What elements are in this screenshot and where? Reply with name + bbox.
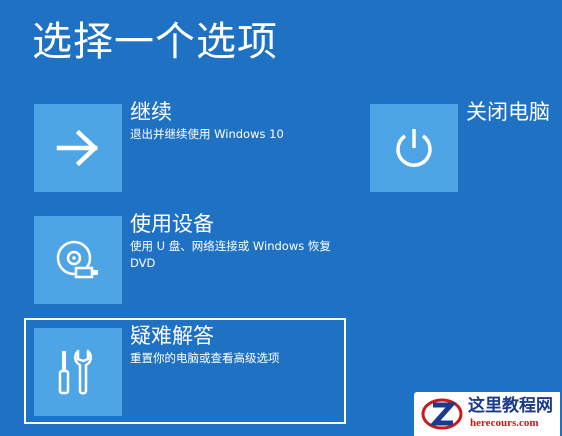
continue-option[interactable]: 继续 退出并继续使用 Windows 10 bbox=[34, 100, 314, 194]
continue-tile[interactable] bbox=[34, 104, 122, 192]
troubleshoot-option[interactable]: 疑难解答 重置你的电脑或查看高级选项 bbox=[34, 324, 334, 418]
page-title: 选择一个选项 bbox=[32, 19, 278, 65]
use-device-option[interactable]: 使用设备 使用 U 盘、网络连接或 Windows 恢复 DVD bbox=[34, 212, 334, 306]
shutdown-title: 关闭电脑 bbox=[466, 100, 550, 124]
continue-title: 继续 bbox=[130, 100, 172, 124]
arrow-right-icon bbox=[56, 130, 99, 166]
shutdown-tile[interactable] bbox=[370, 104, 458, 192]
site-logo-icon bbox=[421, 398, 463, 430]
power-icon bbox=[396, 129, 432, 167]
disc-drive-icon bbox=[56, 240, 98, 279]
shutdown-option[interactable]: 关闭电脑 bbox=[370, 100, 556, 194]
site-watermark: 这里教程网 herecours.com bbox=[414, 392, 560, 436]
use-device-title: 使用设备 bbox=[130, 212, 214, 236]
watermark-brand: 这里教程网 bbox=[468, 396, 553, 415]
troubleshoot-tile[interactable] bbox=[34, 328, 122, 416]
troubleshoot-title: 疑难解答 bbox=[130, 324, 214, 348]
continue-description: 退出并继续使用 Windows 10 bbox=[130, 127, 284, 141]
use-device-tile[interactable] bbox=[34, 216, 122, 304]
use-device-description: 使用 U 盘、网络连接或 Windows 恢复 DVD bbox=[130, 239, 331, 270]
tools-icon bbox=[58, 349, 92, 395]
troubleshoot-description: 重置你的电脑或查看高级选项 bbox=[130, 351, 280, 365]
watermark-url: herecours.com bbox=[470, 417, 539, 429]
